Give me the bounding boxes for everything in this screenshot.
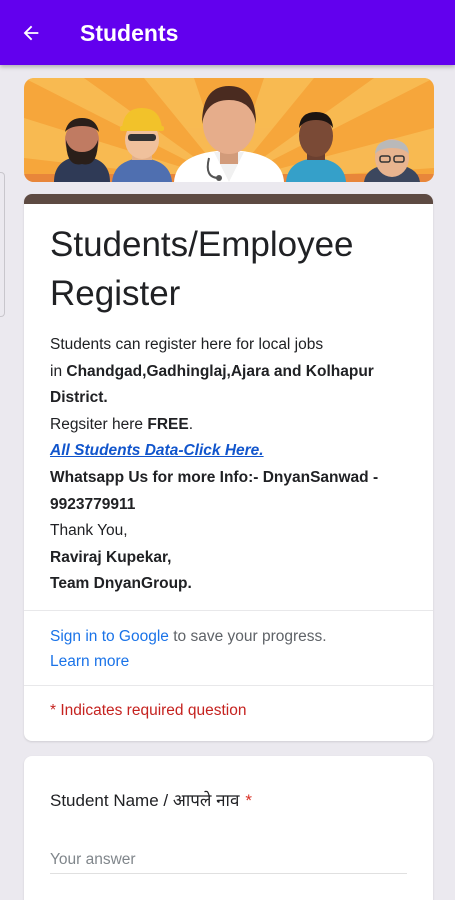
team-name: Team DnyanGroup. <box>50 575 192 593</box>
form-header-banner <box>24 78 434 182</box>
thanks-text: Thank You, <box>50 522 128 540</box>
districts-text: Chandgad,Gadhinglaj,Ajara and Kolhapur D… <box>50 362 374 407</box>
card-accent-bar <box>24 194 433 204</box>
signin-link[interactable]: Sign in to Google <box>50 628 169 645</box>
description-line: Students can register here for local job… <box>50 336 324 353</box>
learn-more-link[interactable]: Learn more <box>50 653 129 670</box>
app-bar: Students <box>0 0 455 65</box>
form-title: Students/Employee Register <box>50 225 354 313</box>
divider <box>24 610 433 611</box>
author-name: Raviraj Kupekar, <box>50 548 172 566</box>
app-bar-title: Students <box>80 20 179 46</box>
required-note: * Indicates required question <box>50 702 247 719</box>
edge-handle[interactable] <box>0 172 5 317</box>
arrow-left-icon <box>23 25 39 41</box>
description-line: in Chandgad,Gadhinglaj,Ajara and Kolhapu… <box>50 362 374 407</box>
required-star: * <box>245 791 253 810</box>
back-button[interactable] <box>14 16 48 50</box>
whatsapp-info: Whatsapp Us for more Info:- DnyanSanwad … <box>50 468 379 513</box>
question-card: Student Name / आपले नाव * <box>24 756 433 900</box>
form-info-card: Students/Employee Register Students can … <box>24 194 433 741</box>
form-description: Students can register here for local job… <box>50 332 415 598</box>
question-label: Student Name / आपले नाव * <box>50 791 253 810</box>
student-name-input[interactable] <box>50 846 407 874</box>
signin-prompt: Sign in to Google to save your progress.… <box>50 628 327 670</box>
divider <box>24 685 433 686</box>
all-students-data-link[interactable]: All Students Data-Click Here. <box>50 442 264 459</box>
description-line: Regsiter here FREE. <box>50 415 194 433</box>
